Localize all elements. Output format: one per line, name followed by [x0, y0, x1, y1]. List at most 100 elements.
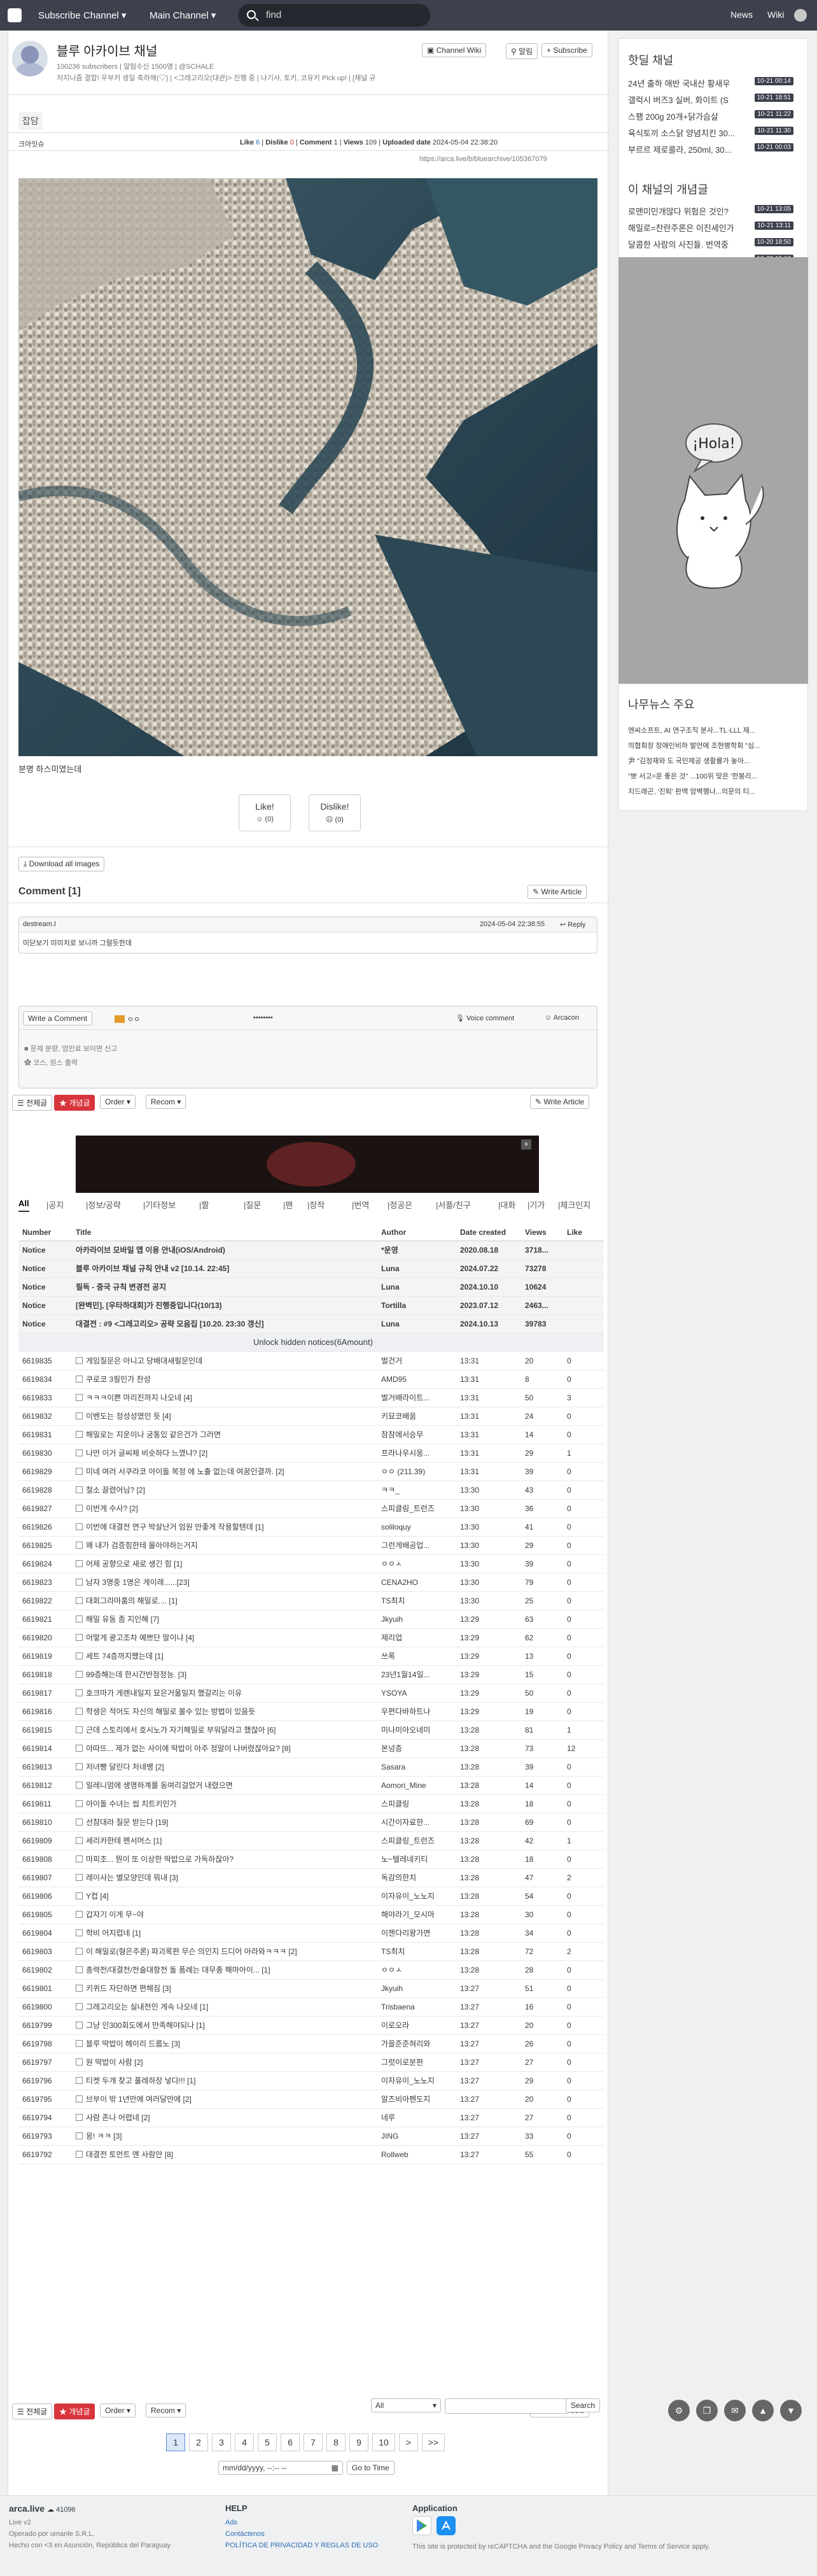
table-row[interactable]: 6619828 철소 끌렸어님? [2] ㅋㅋ_ 13:30 43 0 — [18, 1481, 604, 1500]
scroll-up-icon[interactable]: ▲ — [752, 2400, 774, 2421]
table-row[interactable]: 6619814 아따뜨... 제가 없는 사이에 딱밥이 아주 정말이 나버렸잖아… — [18, 1739, 604, 1758]
hotdeal-title[interactable]: 핫딜 채널 — [628, 52, 673, 68]
post-author[interactable]: 미나미아오네미 — [377, 1721, 456, 1740]
post-title[interactable]: 이번에 대결전 연구 박살난거 엄원 만좋게 작용할텐데 [1] — [72, 1517, 377, 1537]
post-title[interactable]: 해밀 유동 좀 지인해 [7] — [72, 1610, 377, 1629]
like-button[interactable]: Like! ☺ (0) — [239, 794, 291, 831]
dislike-button[interactable]: Dislike! ☹ (0) — [309, 794, 361, 831]
arcacon-button[interactable]: ☺ Arcacon — [545, 1014, 579, 1022]
voice-comment-button[interactable]: 🎙 Voice comment — [456, 1014, 514, 1022]
table-row[interactable]: 6619815 근데 스토리에서 호시노가 자기해밀로 부워달라고 했잖아 [6]… — [18, 1721, 604, 1740]
footer-link[interactable]: POLÍTICA DE PRIVACIDAD Y REGLAS DE USO — [225, 2542, 378, 2549]
post-title[interactable]: 99층해는데 한시간반정정능. [3] — [72, 1665, 377, 1684]
post-title[interactable]: 세트 74층까지쨌는데 [1] — [72, 1647, 377, 1666]
table-row[interactable]: 6619817 호크마가 게렌내일지 묘은거울일지 했갈리는 이유 YSOYA 13:… — [18, 1684, 604, 1703]
post-author[interactable]: 그런게배공업... — [377, 1536, 456, 1555]
close-icon[interactable]: × — [521, 1139, 531, 1150]
post-author[interactable]: 벌건거 — [377, 1351, 456, 1370]
news-item[interactable]: 지드래곤, '진퇴' 판맥 암벽행나...의문의 티... — [628, 786, 801, 796]
search-input[interactable] — [266, 10, 419, 20]
page-button[interactable]: 9 — [349, 2433, 368, 2451]
table-row[interactable]: 6619823 남자 3명중 1명은 게이래......[23] CENA2HO 13… — [18, 1573, 604, 1592]
news-link[interactable]: News — [730, 10, 753, 20]
page-button[interactable]: 5 — [258, 2433, 277, 2451]
category-tab-all[interactable]: All — [18, 1199, 29, 1212]
post-author[interactable]: ㅇㅇㅅ — [377, 1554, 456, 1573]
bottom-search-button[interactable]: Search — [566, 2398, 601, 2412]
goto-time-button[interactable]: Go to Time — [347, 2461, 395, 2475]
post-title[interactable]: 브부이 밖 1년만에 여러달만에 [2] — [72, 2090, 377, 2109]
post-author[interactable]: CENA2HO — [377, 1573, 456, 1592]
post-title[interactable]: 학비 어지럽네 [1] — [72, 1924, 377, 1943]
post-title[interactable]: 필독 - 중국 규칙 변경전 공지 — [72, 1277, 377, 1297]
post-author[interactable]: Rollweb — [377, 2145, 456, 2164]
download-all-images-button[interactable]: ⤓ Download all images — [18, 857, 105, 871]
post-title[interactable]: 그냥 인300회도에서 만족해야되나 [1] — [72, 2016, 377, 2035]
comment-author[interactable]: destream.I — [23, 920, 56, 928]
sidebar-item[interactable]: 부르르 제로콜라, 250ml, 30... 10-21 00:03 — [628, 143, 801, 160]
comment-nickname-input[interactable]: ㅇㅇ — [115, 1014, 140, 1024]
alert-button[interactable]: ⚲ 알림 — [506, 43, 538, 59]
post-author[interactable]: 스피클링_트런즈 — [377, 1499, 456, 1518]
all-posts-button[interactable]: ☰ 전체글 — [12, 1095, 53, 1111]
post-author[interactable]: TS최치 — [377, 1591, 456, 1610]
table-row[interactable]: 6619819 세트 74층까지쨌는데 [1] 쓰록 13:29 13 0 — [18, 1647, 604, 1666]
post-title[interactable]: 대회그라마훔의 해밀로.... [1] — [72, 1591, 377, 1610]
post-title[interactable]: 총력전/대결전/전술대항전 돌 품례는 대무종 해마아이... [1] — [72, 1960, 377, 1980]
post-author[interactable]: *운영 — [377, 1241, 456, 1260]
table-row[interactable]: 6619798 블루 딱밥이 헤이리 드룹노 [3] 가을준준혀리와 13:27 26 0 — [18, 2034, 604, 2053]
post-author[interactable]: 쓰록 — [377, 1647, 456, 1666]
category-tab[interactable]: |질문 — [244, 1199, 261, 1211]
table-row[interactable]: 6619824 어제 공향으로 새로 생긴 힘 [1] ㅇㅇㅅ 13:30 39 0 — [18, 1554, 604, 1573]
table-row[interactable]: 6619792 대결전 토먼트 엔 사람만 [8] Rollweb 13:27 55 0 — [18, 2145, 604, 2164]
logo-icon[interactable] — [8, 8, 22, 22]
post-author[interactable]: 그럿이로분판 — [377, 2053, 456, 2072]
post-image[interactable] — [18, 178, 597, 756]
post-title[interactable]: ㅋㅋㅋ이쁜 마리진까지 나오네 [4] — [72, 1388, 377, 1407]
post-author[interactable]: ㅇㅇ (211.39) — [377, 1462, 456, 1481]
post-author[interactable]: 가을준준혀리와 — [377, 2034, 456, 2053]
post-title[interactable]: 마피조... 뭔이 또 이상한 딱밥으로 가독하잖아? — [72, 1850, 377, 1869]
post-title[interactable]: 아카라이브 모바일 앱 이용 안내(iOS/Android) — [72, 1241, 377, 1260]
news-title[interactable]: 나무뉴스 주요 — [628, 696, 694, 712]
post-author[interactable]: Tortilla — [377, 1296, 456, 1315]
post-title[interactable]: 호크마가 게렌내일지 묘은거울일지 했갈리는 이유 — [72, 1684, 377, 1703]
post-title[interactable]: 레이사는 별모양인데 뭐내 [3] — [72, 1868, 377, 1887]
notice-row[interactable]: Notice 필독 - 중국 규칙 변경전 공지 Luna 2024.10.10 106… — [18, 1277, 604, 1297]
post-title[interactable]: 철소 끌렸어님? [2] — [72, 1481, 377, 1500]
post-title[interactable]: 게임질문은 아니고 당배대새필문인데 — [72, 1351, 377, 1370]
post-title[interactable]: 몽! ㅋㅋ [3] — [72, 2127, 377, 2146]
post-author[interactable]: 스피클링_트런즈 — [377, 1831, 456, 1850]
table-row[interactable]: 6619808 마피조... 뭔이 또 이상한 딱밥으로 가독하잖아? 노~텔레네키… — [18, 1850, 604, 1869]
post-author[interactable]: 본넝층 — [377, 1739, 456, 1758]
post-author[interactable]: 시간이자료한... — [377, 1813, 456, 1832]
table-row[interactable]: 6619835 게임질문은 아니고 당배대새필문인데 벌건거 13:31 20 0 — [18, 1351, 604, 1370]
table-row[interactable]: 6619809 세리카한테 펜서머스 [1] 스피클링_트런즈 13:28 42 1 — [18, 1831, 604, 1850]
category-tab[interactable]: |정공은 — [388, 1199, 412, 1211]
category-tab[interactable]: |기가 — [527, 1199, 545, 1211]
post-title[interactable]: 근데 스토리에서 호시노가 자기해밀로 부워달라고 했잖아 [6] — [72, 1721, 377, 1740]
post-title[interactable]: 왜 내가 검증힘한테 몰아야하는거지 — [72, 1536, 377, 1555]
post-title[interactable]: 해밀로는 지운이나 궁통있 같은건가 그러면 — [72, 1425, 377, 1444]
news-item[interactable]: 尹 "김정재와 도 국민제공 생활률가 놓아... — [628, 756, 801, 766]
notice-row[interactable]: Notice 블루 아카이브 채널 규칙 안내 v2 [10.14. 22:45]… — [18, 1259, 604, 1278]
table-row[interactable]: 6619797 원 딱밥이 사람 [2] 그럿이로분판 13:27 27 0 — [18, 2053, 604, 2072]
post-author[interactable]: 이자유이_노노지 — [377, 1887, 456, 1906]
table-row[interactable]: 6619816 학생은 적어도 자신의 해밀로 볼수 있는 방법이 있음듯 우편다바… — [18, 1702, 604, 1721]
news-item[interactable]: 엔씨소프트, AI 연구조직 분사...TL·LLL 재... — [628, 725, 801, 735]
table-row[interactable]: 6619793 몽! ㅋㅋ [3] JING 13:27 33 0 — [18, 2127, 604, 2146]
scroll-down-icon[interactable]: ▼ — [780, 2400, 802, 2421]
search-scope-select[interactable]: All ▾ — [371, 2398, 441, 2412]
post-author[interactable]: 스피클링 — [377, 1794, 456, 1813]
post-author[interactable]: Jkyuih — [377, 1610, 456, 1629]
page-button[interactable]: 4 — [235, 2433, 254, 2451]
table-row[interactable]: 6619830 나만 이거 글씨체 비슷하다 느꼈냐? [2] 프라나우시옹... 1… — [18, 1444, 604, 1463]
post-author[interactable]: 해야라기_모시마 — [377, 1905, 456, 1924]
post-author[interactable]: 벌거배라이트... — [377, 1388, 456, 1407]
hot-posts-button[interactable]: ★ 개념글 — [54, 1095, 95, 1111]
post-title[interactable]: 남자 3명중 1명은 게이래......[23] — [72, 1573, 377, 1592]
table-row[interactable]: 6619801 키퀴드 자단하면 편해짐 [3] Jkyuih 13:27 51 0 — [18, 1979, 604, 1998]
table-row[interactable]: 6619803 이 해밀로(형은주론) 파괴록판 무슨 의인지 드디어 아라와ㅋㅋ… — [18, 1942, 604, 1961]
post-title[interactable]: 사람 존나 어렵네 [2] — [72, 2108, 377, 2127]
post-author[interactable]: 23년1월14일... — [377, 1665, 456, 1684]
